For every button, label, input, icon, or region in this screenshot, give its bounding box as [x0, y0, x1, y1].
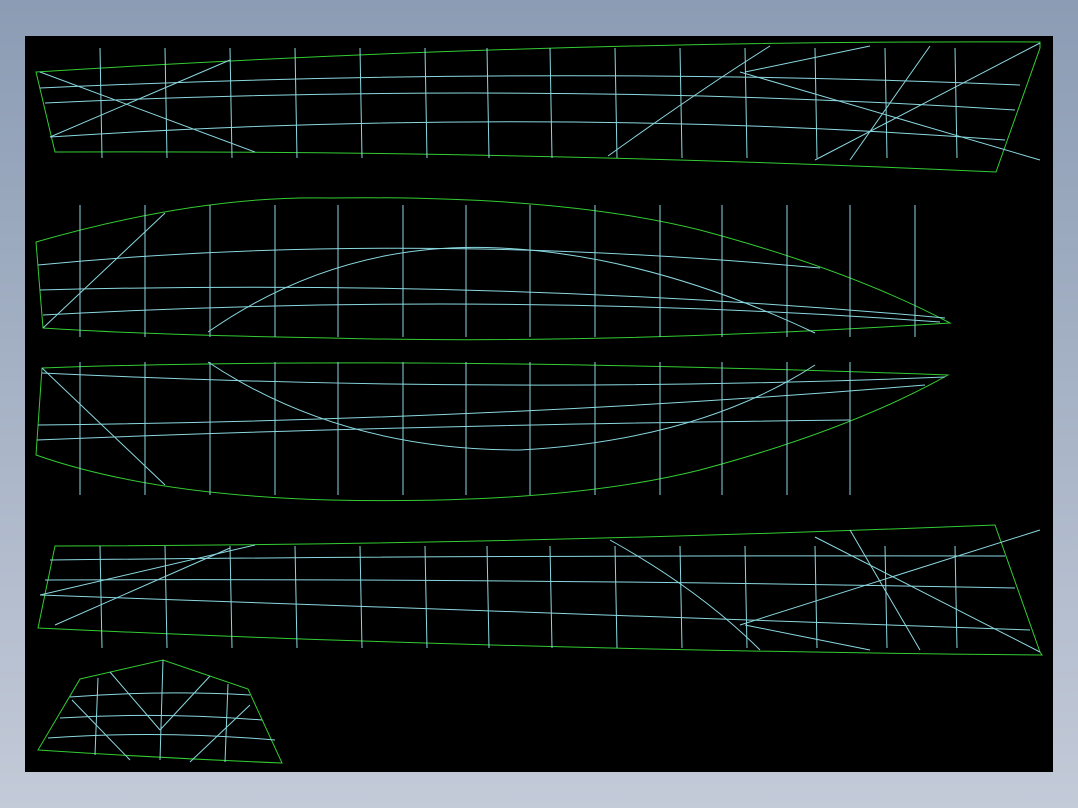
panel-outline — [35, 197, 952, 341]
panel-outline — [35, 362, 950, 502]
station-line — [164, 545, 168, 649]
waterline — [39, 75, 1021, 89]
station-line — [224, 683, 229, 763]
station-line — [549, 545, 553, 649]
station-line — [814, 47, 818, 159]
side-panel-top — [35, 41, 1041, 173]
station-line — [159, 659, 164, 761]
station-line — [229, 545, 233, 649]
side-panel-bottom — [37, 524, 1043, 656]
panel-outline — [37, 524, 1043, 656]
waterline — [37, 247, 821, 269]
station-line — [486, 47, 490, 159]
station-line — [679, 545, 683, 649]
diagonal — [814, 536, 1041, 653]
station-line — [486, 545, 490, 649]
station-line — [549, 47, 553, 159]
station-line — [954, 545, 958, 649]
station-line — [424, 47, 428, 159]
station-line — [814, 545, 818, 649]
station-line — [744, 47, 748, 159]
diagonal — [71, 699, 131, 761]
station-line — [359, 47, 363, 159]
diagonal — [189, 704, 251, 763]
diagonal — [39, 544, 256, 596]
station-line — [359, 545, 363, 649]
waterline — [44, 92, 1016, 111]
diagonal — [159, 675, 211, 731]
station-line — [884, 545, 888, 649]
diagonal — [109, 671, 161, 731]
diagonal — [207, 361, 816, 451]
waterline — [39, 594, 1031, 631]
diagonal — [849, 45, 931, 161]
station-line — [229, 47, 233, 159]
waterline — [49, 121, 1006, 141]
bottom-panel-lower — [35, 361, 950, 502]
station-line — [294, 47, 298, 159]
station-line — [424, 545, 428, 649]
station-line — [744, 545, 748, 649]
transom-panel — [37, 659, 283, 764]
hull-plate-drawing — [35, 41, 1043, 764]
diagonal — [41, 367, 166, 486]
station-line — [614, 47, 618, 159]
waterline — [41, 372, 946, 386]
diagonal — [739, 71, 1041, 161]
station-line — [99, 47, 103, 159]
station-line — [679, 47, 683, 159]
bottom-panel-upper — [35, 197, 952, 341]
diagonal — [744, 624, 871, 651]
diagonal — [42, 212, 166, 329]
station-line — [614, 545, 618, 649]
waterline — [47, 733, 276, 741]
station-line — [294, 545, 298, 649]
panel-outline — [35, 41, 1041, 173]
waterline — [37, 384, 926, 426]
diagonal — [739, 529, 1041, 626]
cad-viewport[interactable] — [25, 36, 1053, 772]
diagonal — [49, 59, 231, 138]
station-line — [954, 47, 958, 159]
